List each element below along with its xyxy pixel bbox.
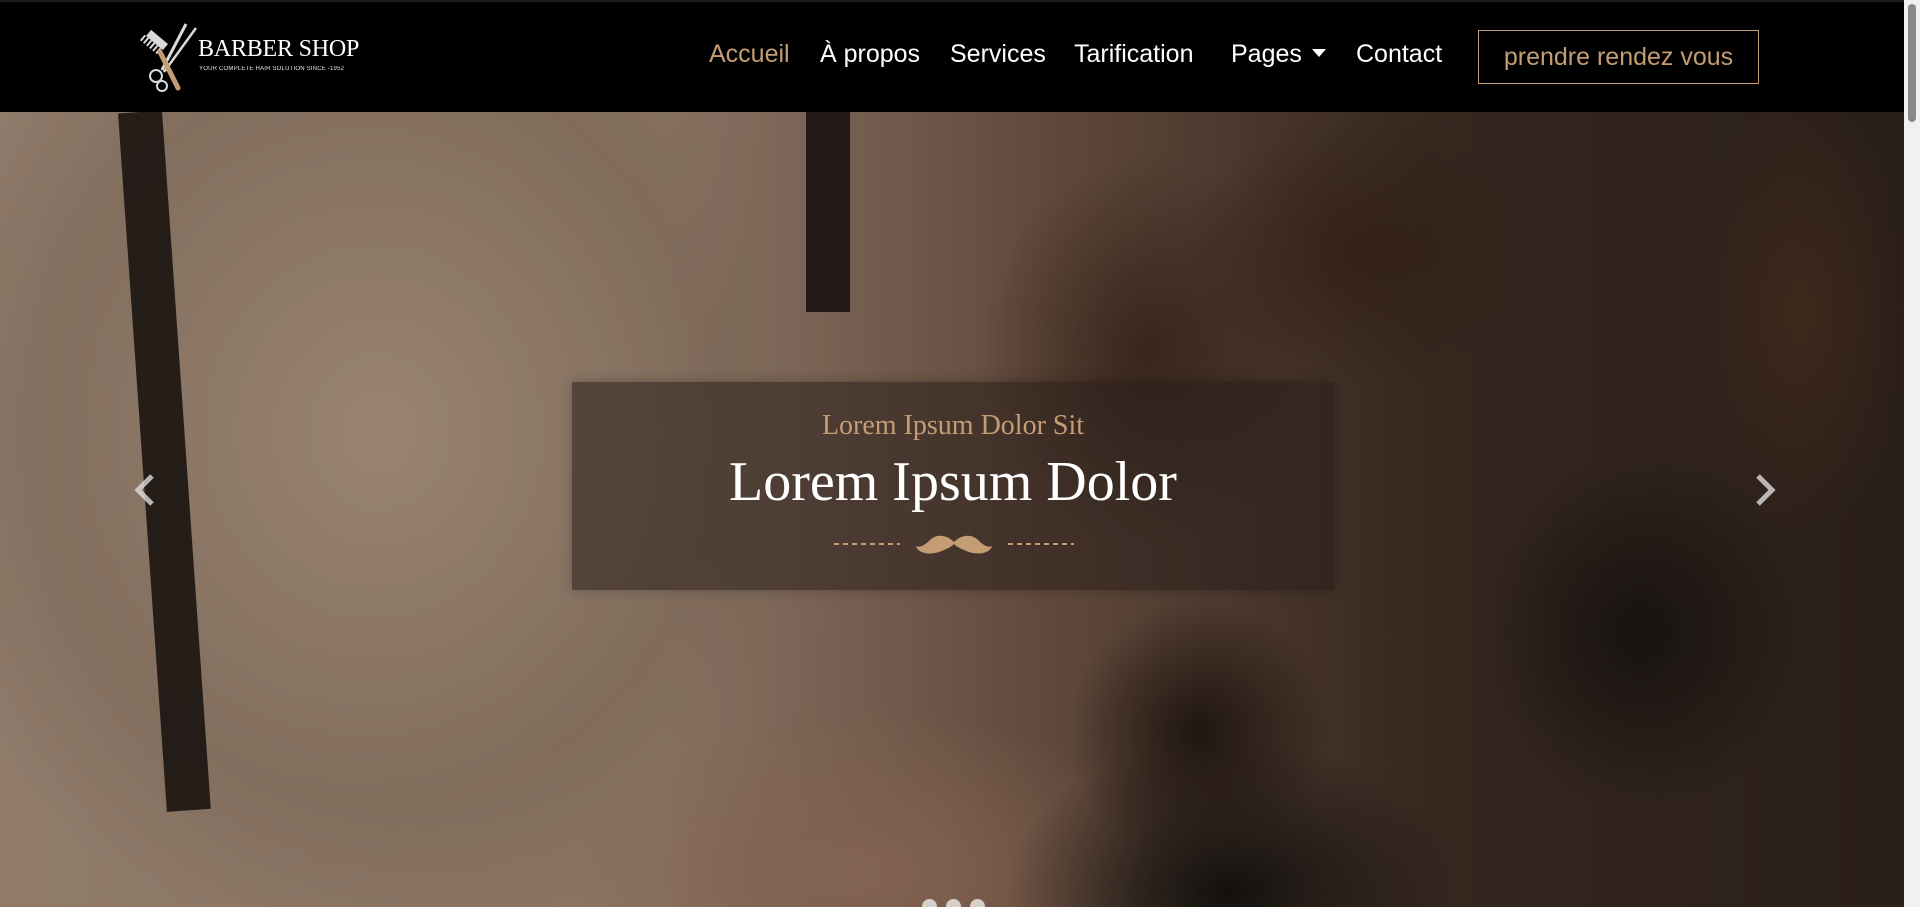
main-navigation: Accueil À propos Services Tarification P… (0, 2, 1904, 112)
slide-indicator-1[interactable] (922, 899, 937, 907)
nav-link-contact[interactable]: Contact (1356, 40, 1442, 69)
mustache-icon (916, 535, 992, 554)
mustache-divider (834, 535, 1074, 554)
nav-link-tarification[interactable]: Tarification (1074, 40, 1194, 69)
chevron-right-icon[interactable] (1746, 460, 1786, 520)
nav-pages-label: Pages (1231, 40, 1302, 68)
caret-down-icon (1311, 49, 1326, 58)
hero-title: Lorem Ipsum Dolor (729, 451, 1177, 513)
hero-slider: Lorem Ipsum Dolor Sit Lorem Ipsum Dolor (0, 112, 1904, 907)
page-scrollbar[interactable] (1904, 0, 1920, 907)
slide-indicator-3[interactable] (970, 899, 985, 907)
nav-link-services[interactable]: Services (950, 40, 1046, 69)
hero-subtitle: Lorem Ipsum Dolor Sit (821, 410, 1085, 441)
navbar: BARBER SHOP YOUR COMPLETE HAIR SOLUTION … (0, 2, 1904, 112)
nav-dropdown-pages[interactable]: Pages (1231, 40, 1326, 69)
nav-link-a-propos[interactable]: À propos (820, 40, 920, 69)
slide-indicator-2[interactable] (946, 899, 961, 907)
hero-caption: Lorem Ipsum Dolor Sit Lorem Ipsum Dolor (572, 382, 1334, 590)
book-appointment-button[interactable]: prendre rendez vous (1478, 30, 1759, 84)
chevron-left-icon[interactable] (124, 460, 164, 520)
nav-link-accueil[interactable]: Accueil (709, 40, 790, 69)
slider-indicators (920, 899, 1000, 907)
scrollbar-thumb[interactable] (1908, 4, 1916, 122)
